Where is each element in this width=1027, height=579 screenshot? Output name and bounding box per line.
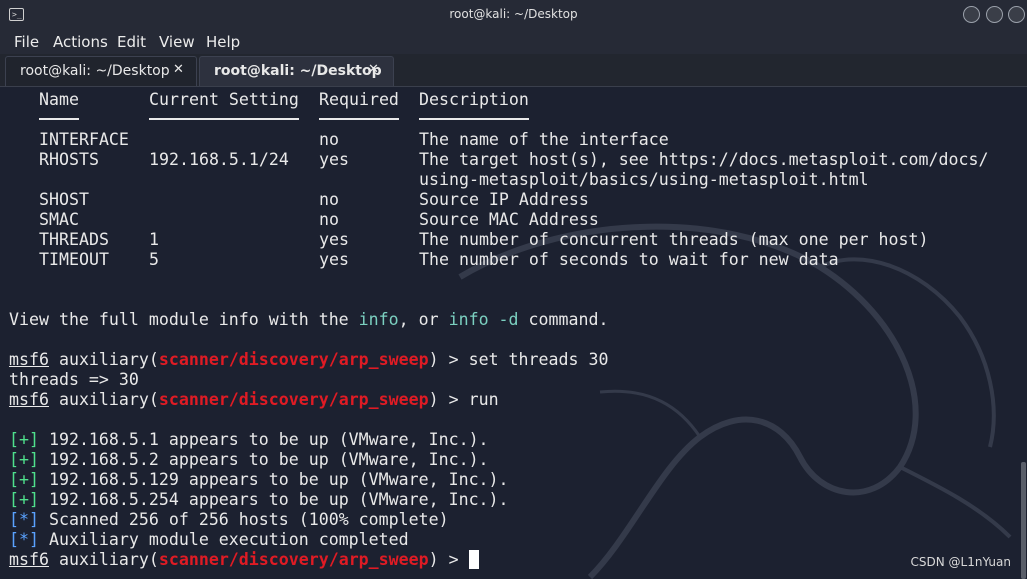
option-description: The name of the interface [419, 130, 669, 149]
option-name: THREADS [39, 230, 109, 249]
option-description: The target host(s), see https://docs.met… [419, 150, 989, 169]
menu-bar: File Actions Edit View Help [0, 30, 1027, 54]
prompt-line: msf6 auxiliary(scanner/discovery/arp_swe… [9, 390, 499, 409]
module-path: scanner/discovery/arp_sweep [158, 350, 429, 369]
status-star-tag: [*] [9, 530, 39, 549]
module-path: scanner/discovery/arp_sweep [158, 390, 429, 409]
tab-bar: root@kali: ~/Desktop ✕ root@kali: ~/Desk… [0, 54, 1027, 87]
info-command: info [358, 310, 399, 329]
header-underline [39, 118, 79, 120]
minimize-button[interactable] [963, 6, 980, 23]
menu-actions[interactable]: Actions [53, 33, 108, 51]
header-underline [149, 118, 299, 120]
option-description: The number of concurrent threads (max on… [419, 230, 929, 249]
command-output: threads => 30 [9, 370, 139, 389]
csdn-watermark: CSDN @L1nYuan [910, 555, 1011, 569]
option-description: Source IP Address [419, 190, 589, 209]
option-name: SMAC [39, 210, 79, 229]
tab-label: root@kali: ~/Desktop [20, 63, 170, 79]
active-prompt-line[interactable]: msf6 auxiliary(scanner/discovery/arp_swe… [9, 550, 479, 570]
result-line: [+] 192.168.5.129 appears to be up (VMwa… [9, 470, 509, 489]
header-underline [419, 118, 529, 120]
option-setting: 5 [149, 250, 159, 269]
option-required: no [319, 190, 339, 209]
option-name: TIMEOUT [39, 250, 109, 269]
option-description-continued: using-metasploit/basics/using-metasploit… [419, 170, 869, 189]
header-current-setting: Current Setting [149, 90, 299, 109]
option-setting: 1 [149, 230, 159, 249]
status-plus-tag: [+] [9, 470, 39, 489]
option-required: no [319, 130, 339, 149]
maximize-button[interactable] [986, 6, 1003, 23]
option-description: The number of seconds to wait for new da… [419, 250, 839, 269]
result-line: [+] 192.168.5.1 appears to be up (VMware… [9, 430, 489, 449]
menu-file[interactable]: File [14, 33, 39, 51]
option-required: yes [319, 150, 349, 169]
result-line: [*] Auxiliary module execution completed [9, 530, 409, 549]
option-name: SHOST [39, 190, 89, 209]
header-name: Name [39, 90, 79, 109]
command-text: run [468, 390, 499, 409]
option-setting: 192.168.5.1/24 [149, 150, 289, 169]
terminal-output[interactable]: Name Current Setting Required Descriptio… [0, 87, 1020, 579]
header-underline [319, 118, 399, 120]
header-description: Description [419, 90, 529, 109]
result-line: [+] 192.168.5.2 appears to be up (VMware… [9, 450, 489, 469]
scrollbar-thumb[interactable] [1021, 462, 1026, 579]
prompt-line: msf6 auxiliary(scanner/discovery/arp_swe… [9, 350, 609, 369]
tab-terminal-2[interactable]: root@kali: ~/Desktop ✕ [199, 56, 394, 86]
status-plus-tag: [+] [9, 430, 39, 449]
tab-terminal-1[interactable]: root@kali: ~/Desktop ✕ [5, 56, 197, 86]
msf-prompt: msf6 [9, 350, 49, 369]
tab-close-icon[interactable]: ✕ [173, 62, 184, 77]
menu-edit[interactable]: Edit [117, 33, 146, 51]
result-line: [*] Scanned 256 of 256 hosts (100% compl… [9, 510, 449, 529]
header-required: Required [319, 90, 399, 109]
menu-view[interactable]: View [159, 33, 195, 51]
info-d-command: info -d [448, 310, 519, 329]
close-window-button[interactable] [1008, 6, 1025, 23]
option-description: Source MAC Address [419, 210, 599, 229]
tab-label: root@kali: ~/Desktop [214, 63, 382, 79]
option-required: yes [319, 250, 349, 269]
terminal-scrollbar[interactable] [1020, 87, 1027, 579]
option-name: RHOSTS [39, 150, 99, 169]
option-name: INTERFACE [39, 130, 129, 149]
status-plus-tag: [+] [9, 490, 39, 509]
msf-prompt: msf6 [9, 390, 49, 409]
window-title: root@kali: ~/Desktop [449, 7, 578, 21]
msf-prompt: msf6 [9, 550, 49, 569]
menu-help[interactable]: Help [206, 33, 240, 51]
tab-close-icon[interactable]: ✕ [368, 62, 379, 77]
text-cursor [468, 550, 479, 569]
result-line: [+] 192.168.5.254 appears to be up (VMwa… [9, 490, 509, 509]
status-star-tag: [*] [9, 510, 39, 529]
module-path: scanner/discovery/arp_sweep [158, 550, 429, 569]
option-required: yes [319, 230, 349, 249]
status-plus-tag: [+] [9, 450, 39, 469]
module-info-hint: View the full module info with the info,… [9, 310, 609, 329]
command-text: set threads 30 [468, 350, 609, 369]
title-bar: >_ root@kali: ~/Desktop [0, 0, 1027, 30]
option-required: no [319, 210, 339, 229]
